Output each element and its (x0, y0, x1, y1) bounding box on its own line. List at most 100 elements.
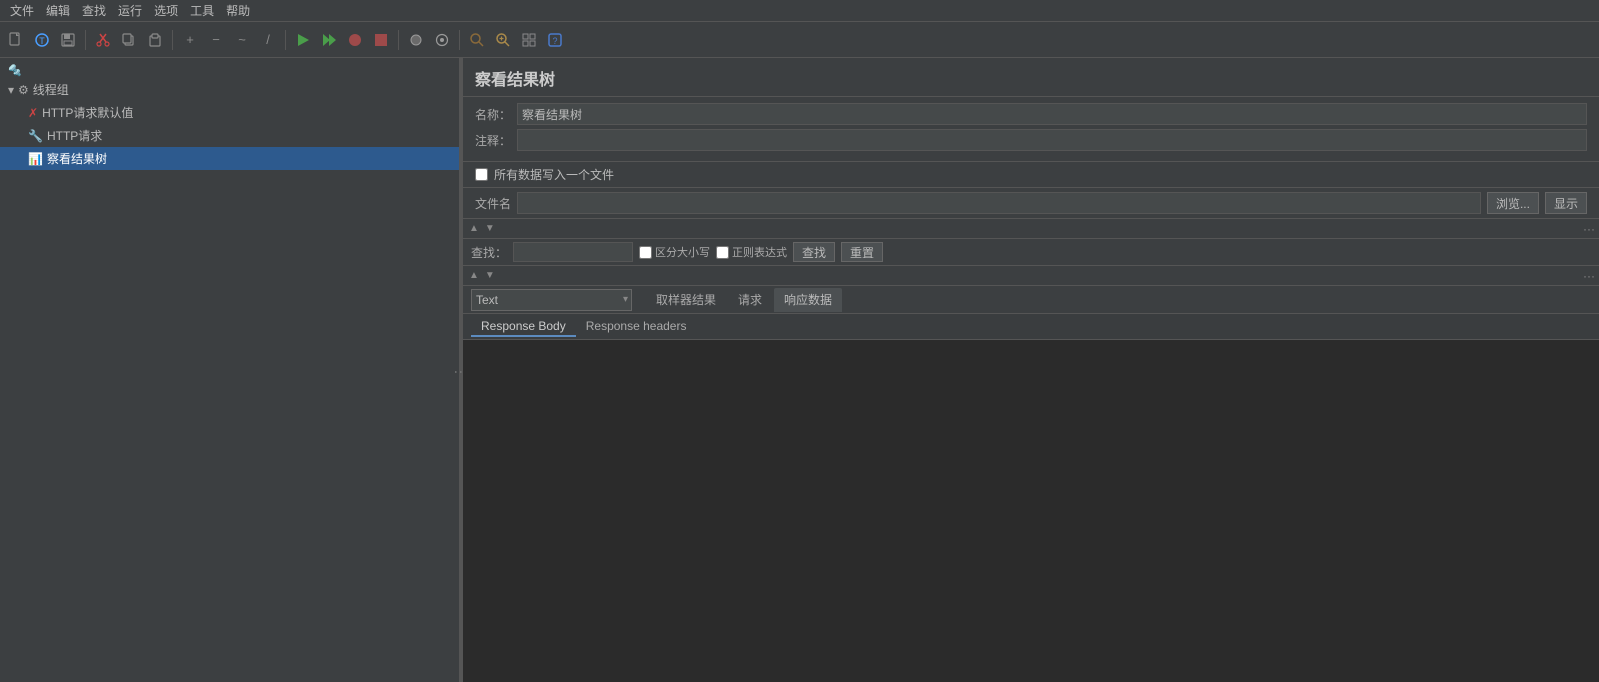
file-row: 文件名 浏览... 显示 (463, 188, 1599, 219)
menu-run[interactable]: 运行 (112, 2, 148, 19)
right-panel: 察看结果树 名称： 注释： 所有数据写入一个文件 文件名 浏览... 显示 (463, 58, 1599, 682)
http-default-icon: ✗ (28, 106, 38, 120)
separator-1 (85, 30, 86, 50)
menu-options[interactable]: 选项 (148, 2, 184, 19)
zoom-button[interactable] (491, 28, 515, 52)
tab-request[interactable]: 请求 (728, 288, 772, 312)
search-bar: 查找： 区分大小写 正则表达式 查找 重置 (463, 239, 1599, 266)
upper-strip-bar: ▲ ▼ ··· (463, 219, 1599, 239)
file-name-label: 文件名 (475, 195, 511, 212)
main-layout: 🔩 ▾ ⚙ 线程组 ✗ HTTP请求默认值 🔧 HTTP请求 📊 察看结果 (0, 58, 1599, 682)
lower-collapse-arrow[interactable]: ▼ (483, 270, 497, 281)
browse-button[interactable]: 浏览... (1487, 192, 1539, 214)
open-templates-button[interactable]: T (30, 28, 54, 52)
help-button[interactable]: ? (543, 28, 567, 52)
tree-item-http-default[interactable]: ✗ HTTP请求默认值 (0, 101, 459, 124)
threadgroup-label: 线程组 (33, 81, 69, 98)
new-file-button[interactable] (4, 28, 28, 52)
search-button[interactable] (465, 28, 489, 52)
write-to-file-label: 所有数据写入一个文件 (494, 166, 614, 183)
regex-checkbox[interactable] (716, 246, 729, 259)
left-panel: 🔩 ▾ ⚙ 线程组 ✗ HTTP请求默认值 🔧 HTTP请求 📊 察看结果 (0, 58, 460, 682)
grid-button[interactable] (517, 28, 541, 52)
separator-2 (172, 30, 173, 50)
regex-group: 正则表达式 (716, 244, 787, 260)
menu-find[interactable]: 查找 (76, 2, 112, 19)
tab-sampler-result[interactable]: 取样器结果 (646, 288, 726, 312)
http-request-icon: 🔧 (28, 129, 43, 143)
sub-tab-response-body[interactable]: Response Body (471, 317, 576, 337)
response-body-content (463, 340, 1599, 682)
tree-area: 🔩 ▾ ⚙ 线程组 ✗ HTTP请求默认值 🔧 HTTP请求 📊 察看结果 (0, 58, 459, 682)
lower-strip-arrows: ▲ ▼ (467, 270, 497, 281)
svg-text:T: T (39, 36, 45, 46)
cut-button[interactable] (91, 28, 115, 52)
tree-root-icon-row: 🔩 (0, 62, 459, 78)
name-comment-form: 名称： 注释： (463, 97, 1599, 162)
lower-strip-bar: ▲ ▼ ··· (463, 266, 1599, 286)
result-tree-label: 察看结果树 (47, 150, 107, 167)
section-title: 察看结果树 (463, 58, 1599, 97)
case-sensitive-checkbox[interactable] (639, 246, 652, 259)
menu-file[interactable]: 文件 (4, 2, 40, 19)
tree-item-threadgroup[interactable]: ▾ ⚙ 线程组 (0, 78, 459, 101)
slash-button[interactable]: / (256, 28, 280, 52)
find-button[interactable]: 查找 (793, 242, 835, 262)
tilde-button[interactable]: ~ (230, 28, 254, 52)
clear-all-button[interactable] (430, 28, 454, 52)
regex-label: 正则表达式 (732, 244, 787, 260)
upper-strip-arrows: ▲ ▼ (467, 223, 497, 234)
menu-edit[interactable]: 编辑 (40, 2, 76, 19)
response-sub-tabs: Response Body Response headers (463, 314, 1599, 340)
toolbar: T + − ~ / (0, 22, 1599, 58)
write-to-file-checkbox[interactable] (475, 168, 488, 181)
format-select[interactable]: TextJSONHTMLXMLRegexp TesterCSS/JQuery T… (471, 289, 632, 311)
copy-button[interactable] (117, 28, 141, 52)
search-label: 查找： (471, 244, 507, 261)
comment-label: 注释： (475, 132, 511, 149)
threadgroup-icon: ⚙ (18, 83, 29, 97)
result-tabs-row: TextJSONHTMLXMLRegexp TesterCSS/JQuery T… (463, 286, 1599, 314)
http-request-label: HTTP请求 (47, 127, 102, 144)
menu-tools[interactable]: 工具 (184, 2, 220, 19)
write-to-file-row: 所有数据写入一个文件 (463, 162, 1599, 188)
tree-item-http-request[interactable]: 🔧 HTTP请求 (0, 124, 459, 147)
run-button[interactable] (291, 28, 315, 52)
http-default-label: HTTP请求默认值 (42, 104, 133, 121)
separator-3 (285, 30, 286, 50)
result-area: TextJSONHTMLXMLRegexp TesterCSS/JQuery T… (463, 286, 1599, 682)
save-button[interactable] (56, 28, 80, 52)
reset-button[interactable]: 重置 (841, 242, 883, 262)
menu-bar: 文件 编辑 查找 运行 选项 工具 帮助 (0, 0, 1599, 22)
lower-expand-arrow[interactable]: ▲ (467, 270, 481, 281)
collapse-down-arrow[interactable]: ▼ (483, 223, 497, 234)
stop-now-button[interactable] (369, 28, 393, 52)
name-label: 名称： (475, 106, 511, 123)
expand-up-arrow[interactable]: ▲ (467, 223, 481, 234)
tab-response-data[interactable]: 响应数据 (774, 288, 842, 312)
name-input[interactable] (517, 103, 1587, 125)
menu-help[interactable]: 帮助 (220, 2, 256, 19)
sub-tab-response-headers[interactable]: Response headers (576, 317, 697, 337)
tree-item-result-tree[interactable]: 📊 察看结果树 (0, 147, 459, 170)
show-button[interactable]: 显示 (1545, 192, 1587, 214)
stop-button[interactable] (343, 28, 367, 52)
lower-strip-more[interactable]: ··· (1583, 269, 1595, 283)
collapse-button[interactable]: − (204, 28, 228, 52)
run-nodebug-button[interactable] (317, 28, 341, 52)
expand-arrow: ▾ (8, 83, 14, 97)
upper-strip-more[interactable]: ··· (1583, 222, 1595, 236)
file-name-input[interactable] (517, 192, 1481, 214)
paste-button[interactable] (143, 28, 167, 52)
search-input[interactable] (513, 242, 633, 262)
svg-text:?: ? (552, 36, 557, 46)
separator-4 (398, 30, 399, 50)
format-dropdown-container: TextJSONHTMLXMLRegexp TesterCSS/JQuery T… (471, 289, 632, 311)
case-sensitive-group: 区分大小写 (639, 244, 710, 260)
result-tab-group: 取样器结果 请求 响应数据 (646, 288, 842, 312)
comment-input[interactable] (517, 129, 1587, 151)
expand-button[interactable]: + (178, 28, 202, 52)
case-sensitive-label: 区分大小写 (655, 244, 710, 260)
result-tree-icon: 📊 (28, 152, 43, 166)
clear-button[interactable] (404, 28, 428, 52)
